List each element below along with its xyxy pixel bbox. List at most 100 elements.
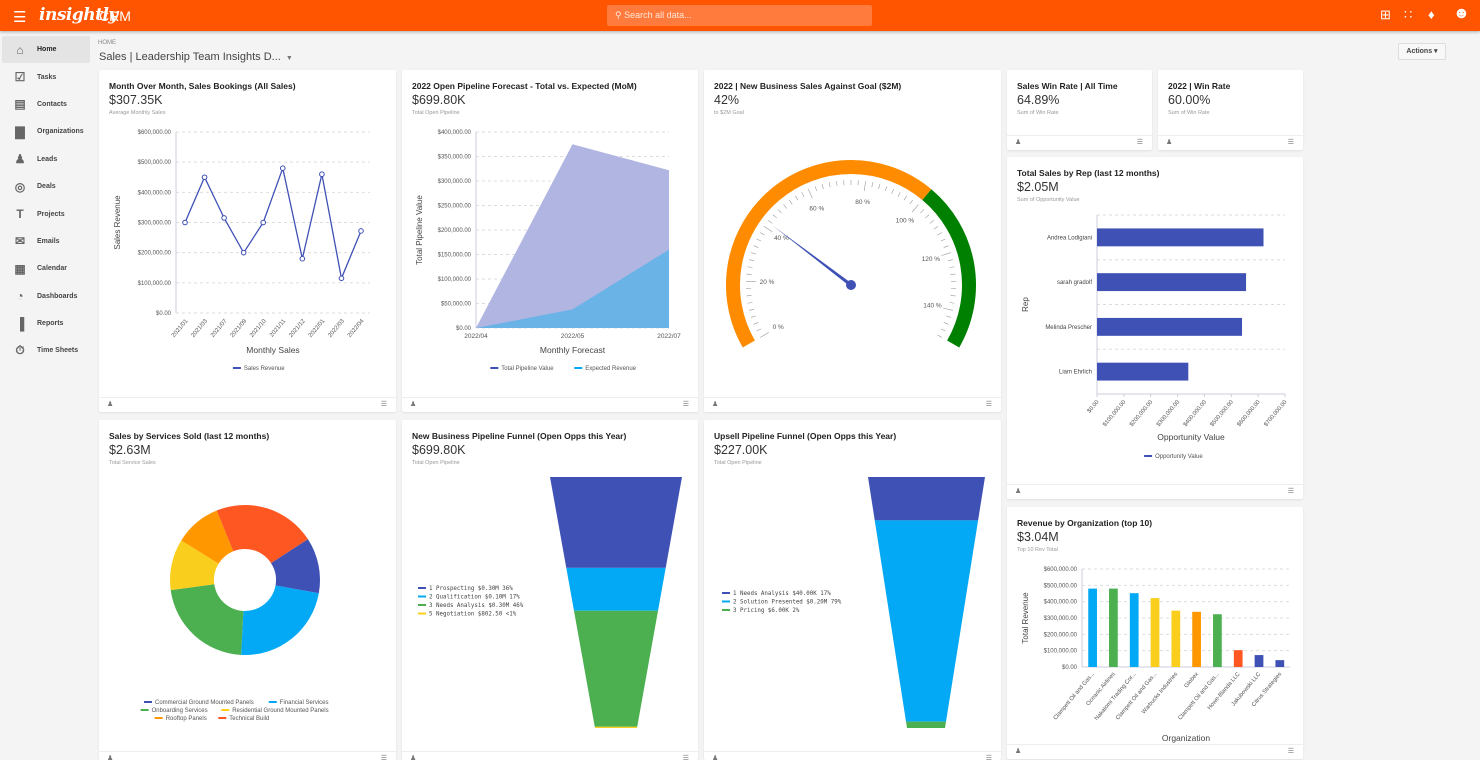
data-point — [261, 220, 266, 225]
sidebar-item-leads[interactable]: ♟Leads — [2, 146, 90, 173]
y-tick-label: $400,000.00 — [438, 130, 472, 136]
search-placeholder: Search all data... — [624, 10, 692, 20]
card-footer: ♟☰ — [1007, 135, 1152, 150]
category-label: Andrea Lodigiani — [1047, 235, 1092, 241]
user-icon[interactable]: ♟ — [1015, 138, 1021, 146]
gauge-tick — [815, 186, 817, 191]
funnel-segment — [566, 568, 665, 611]
x-tick-label: $100,000.00 — [1102, 399, 1127, 428]
legend-label: 2 Qualification $0.10M 17% — [429, 595, 520, 601]
y-tick-label: $250,000.00 — [438, 204, 472, 210]
sidebar-item-emails[interactable]: ✉Emails — [2, 228, 90, 255]
sidebar-item-organizations[interactable]: ▇Organizations — [2, 118, 90, 145]
gauge-tick — [760, 333, 769, 338]
gauge-tick — [920, 209, 923, 213]
gauge-band — [733, 167, 927, 344]
gauge-tick — [808, 189, 812, 198]
gauge-tick — [912, 205, 918, 213]
add-icon[interactable]: ⊞ — [1380, 7, 1391, 23]
gauge-tick — [768, 220, 772, 223]
user-avatar-icon[interactable]: ☻ — [1453, 5, 1470, 23]
org-chart: $0.00$100,000.00$200,000.00$300,000.00$4… — [1007, 507, 1303, 759]
gauge-tick — [749, 260, 754, 261]
list-icon[interactable]: ☰ — [1137, 138, 1143, 146]
search-input[interactable]: ⚲ Search all data... — [607, 5, 872, 26]
breadcrumb[interactable]: HOME — [98, 40, 116, 46]
y-tick-label: $200,000.00 — [138, 251, 172, 257]
menu-icon[interactable]: ☰ — [13, 8, 26, 26]
sidebar-item-time-sheets[interactable]: ⏱Time Sheets — [2, 337, 90, 364]
gauge-tick — [795, 196, 798, 200]
sidebar-item-contacts[interactable]: ▤Contacts — [2, 91, 90, 118]
dashboards-icon: ◔ — [11, 289, 29, 303]
bar — [1213, 614, 1222, 667]
pipeline-chart: $0.00$50,000.00$100,000.00$150,000.00$20… — [402, 70, 698, 412]
gauge-tick — [872, 182, 873, 187]
sidebar-item-dashboards[interactable]: ◔Dashboards — [2, 283, 90, 310]
x-tick-label: $200,000.00 — [1129, 399, 1154, 428]
sidebar-item-label: Reports — [37, 320, 63, 327]
sidebar-item-label: Tasks — [37, 74, 56, 81]
app-name: CRM — [99, 8, 131, 24]
card-title[interactable]: 2022 | Win Rate — [1168, 81, 1230, 91]
gauge-tick — [784, 205, 787, 209]
x-tick-label: $600,000.00 — [1236, 399, 1261, 428]
x-axis-title: Monthly Sales — [246, 345, 299, 355]
legend-label: Residential Ground Mounted Panels — [232, 708, 328, 714]
sidebar-item-label: Organizations — [37, 128, 84, 135]
x-tick-label: Clampett Oil and Gas... — [1053, 671, 1097, 721]
actions-button[interactable]: Actions ▾ — [1398, 43, 1446, 60]
list-icon[interactable]: ☰ — [1288, 138, 1294, 146]
legend-label: Total Pipeline Value — [501, 366, 554, 372]
sidebar-item-home[interactable]: ⌂Home — [2, 36, 90, 63]
gauge-tick-label: 120 % — [922, 256, 941, 263]
bar — [1097, 273, 1246, 291]
bell-icon[interactable]: ♦ — [1428, 7, 1435, 22]
y-tick-label: $400,000.00 — [138, 190, 172, 196]
user-icon[interactable]: ♟ — [1166, 138, 1172, 146]
nbfunnel-chart: 1 Prospecting $0.30M 36% 2 Qualification … — [402, 420, 698, 760]
y-tick-label: $100,000.00 — [138, 281, 172, 287]
sidebar-item-calendar[interactable]: ▦Calendar — [2, 255, 90, 282]
tasks-icon: ☑ — [11, 70, 29, 84]
y-tick-label: $300,000.00 — [1044, 616, 1078, 622]
y-axis-title: Total Pipeline Value — [415, 195, 424, 265]
gauge-tick — [904, 196, 907, 200]
gauge-tick — [789, 200, 792, 204]
sidebar-item-label: Calendar — [37, 265, 67, 272]
gauge-tick — [938, 335, 942, 338]
card-win2022: 2022 | Win Rate 60.00% Sum of Win Rate ♟… — [1158, 70, 1303, 150]
x-tick-label: Clampett Oil and Gas... — [1115, 671, 1159, 721]
category-label: Liam Ehrlich — [1059, 370, 1092, 376]
y-axis-title: Sales Revenue — [113, 195, 122, 250]
x-axis-title: Opportunity Value — [1157, 432, 1225, 442]
gauge-tick-label: 80 % — [855, 199, 870, 206]
legend-label: 5 Negotiation $802.50 <1% — [429, 612, 517, 618]
card-value: 60.00% — [1168, 93, 1210, 107]
card-title[interactable]: Sales Win Rate | All Time — [1017, 81, 1118, 91]
sidebar-item-reports[interactable]: ▐Reports — [2, 310, 90, 337]
legend-label: 1 Needs Analysis $40.00K 17% — [733, 591, 831, 597]
funnel-segment — [868, 477, 985, 520]
sidebar-item-tasks[interactable]: ☑ Tasks — [2, 63, 90, 90]
legend-label: 1 Prospecting $0.30M 36% — [429, 586, 513, 592]
y-tick-label: $600,000.00 — [138, 130, 172, 136]
sidebar-item-deals[interactable]: ◎Deals — [2, 173, 90, 200]
gauge-tick — [747, 295, 752, 296]
sidebar-item-projects[interactable]: TProjects — [2, 200, 90, 227]
gauge-tick — [885, 186, 887, 191]
gauge-tick — [754, 246, 759, 248]
x-tick-label: Clampett Oil and Gas... — [1177, 671, 1221, 721]
gauge-needle — [773, 226, 854, 288]
apps-grid-icon[interactable]: ∷ — [1404, 7, 1412, 23]
bar — [1130, 593, 1139, 667]
dashboard-title-dropdown[interactable]: Sales | Leadership Team Insights D... ▼ — [99, 51, 293, 63]
rep-chart: $0.00$100,000.00$200,000.00$300,000.00$4… — [1007, 157, 1303, 499]
top-bar: ☰ insightly CRM ⚲ Search all data... ⊞ ∷… — [0, 0, 1480, 31]
gauge-tick — [822, 184, 823, 189]
gauge-tick — [948, 260, 953, 261]
gauge-tick — [925, 215, 929, 218]
y-tick-label: $600,000.00 — [1044, 567, 1078, 573]
x-tick-label: $400,000.00 — [1183, 399, 1208, 428]
gauge-tick — [910, 200, 913, 204]
